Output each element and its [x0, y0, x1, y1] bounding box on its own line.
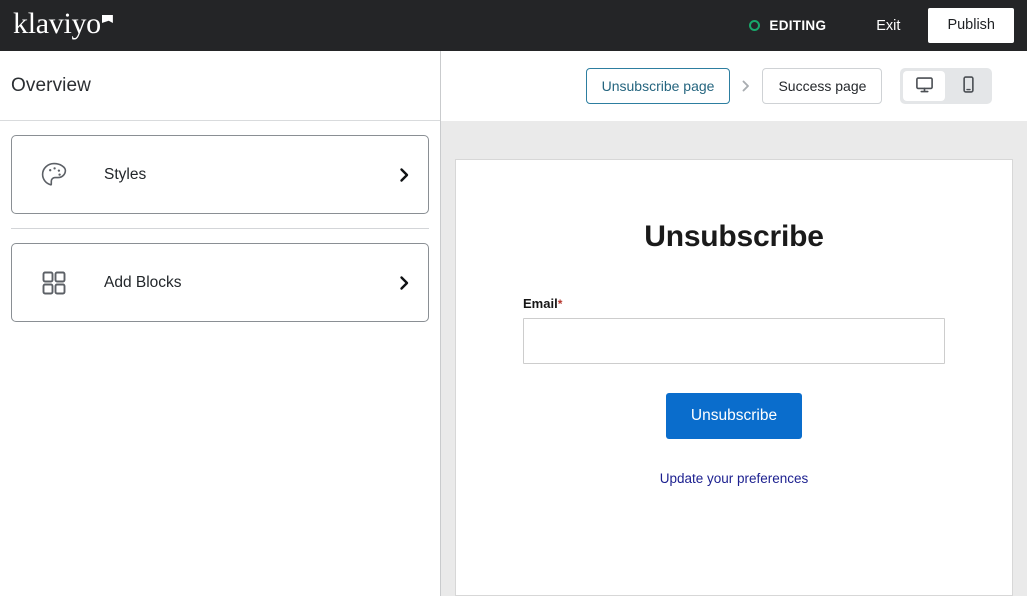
unsubscribe-submit-button[interactable]: Unsubscribe — [666, 393, 802, 439]
email-input[interactable] — [523, 318, 945, 364]
monitor-icon — [915, 75, 934, 97]
grid-blocks-icon — [38, 267, 70, 299]
device-preview-toggle — [900, 68, 992, 104]
top-bar-actions: EDITING Exit Publish — [749, 0, 1027, 51]
palette-icon — [38, 159, 70, 191]
sidebar-item-styles[interactable]: Styles — [11, 135, 429, 214]
page-title: Overview — [11, 75, 91, 97]
sidebar-item-label: Styles — [104, 166, 398, 184]
canvas-column: Unsubscribe page Success page — [441, 51, 1027, 596]
sidebar-item-label: Add Blocks — [104, 274, 398, 292]
status-badge: EDITING — [749, 18, 826, 33]
klaviyo-editor-app: klaviyo EDITING Exit Publish Overview — [0, 0, 1027, 596]
desktop-preview-button[interactable] — [903, 71, 945, 101]
preview-canvas: Unsubscribe Email* Unsubscribe Update yo… — [441, 121, 1027, 596]
top-bar: klaviyo EDITING Exit Publish — [0, 0, 1027, 51]
status-indicator-icon — [749, 20, 760, 31]
klaviyo-logo[interactable]: klaviyo — [0, 0, 113, 51]
editor-body: Overview Styles — [0, 51, 1027, 596]
required-asterisk: * — [558, 297, 563, 311]
update-preferences-link[interactable]: Update your preferences — [660, 471, 809, 486]
form-heading: Unsubscribe — [456, 220, 1012, 254]
sidebar-divider — [11, 228, 429, 229]
exit-button[interactable]: Exit — [866, 12, 910, 40]
unsubscribe-form: Email* Unsubscribe Update your preferenc… — [456, 296, 1012, 488]
tab-unsubscribe-page[interactable]: Unsubscribe page — [586, 68, 731, 104]
logo-wordmark: klaviyo — [13, 8, 101, 40]
chevron-right-icon — [741, 79, 751, 93]
page-tab-group: Unsubscribe page Success page — [586, 68, 883, 104]
publish-button[interactable]: Publish — [928, 8, 1014, 43]
sidebar-header: Overview — [0, 51, 440, 121]
chevron-right-icon — [398, 274, 411, 292]
unsubscribe-page-preview: Unsubscribe Email* Unsubscribe Update yo… — [455, 159, 1013, 596]
mobile-preview-button[interactable] — [947, 71, 989, 101]
chevron-right-icon — [398, 166, 411, 184]
email-field-label: Email* — [523, 296, 945, 311]
email-label-text: Email — [523, 296, 558, 311]
flag-icon — [102, 15, 113, 26]
submit-row: Unsubscribe — [523, 393, 945, 439]
sidebar-item-add-blocks[interactable]: Add Blocks — [11, 243, 429, 322]
sidebar-content: Styles — [0, 121, 440, 322]
preferences-row: Update your preferences — [523, 470, 945, 488]
canvas-toolbar: Unsubscribe page Success page — [441, 51, 1027, 121]
status-label: EDITING — [769, 18, 826, 33]
phone-icon — [959, 75, 978, 97]
tab-success-page[interactable]: Success page — [762, 68, 882, 104]
sidebar: Overview Styles — [0, 51, 441, 596]
